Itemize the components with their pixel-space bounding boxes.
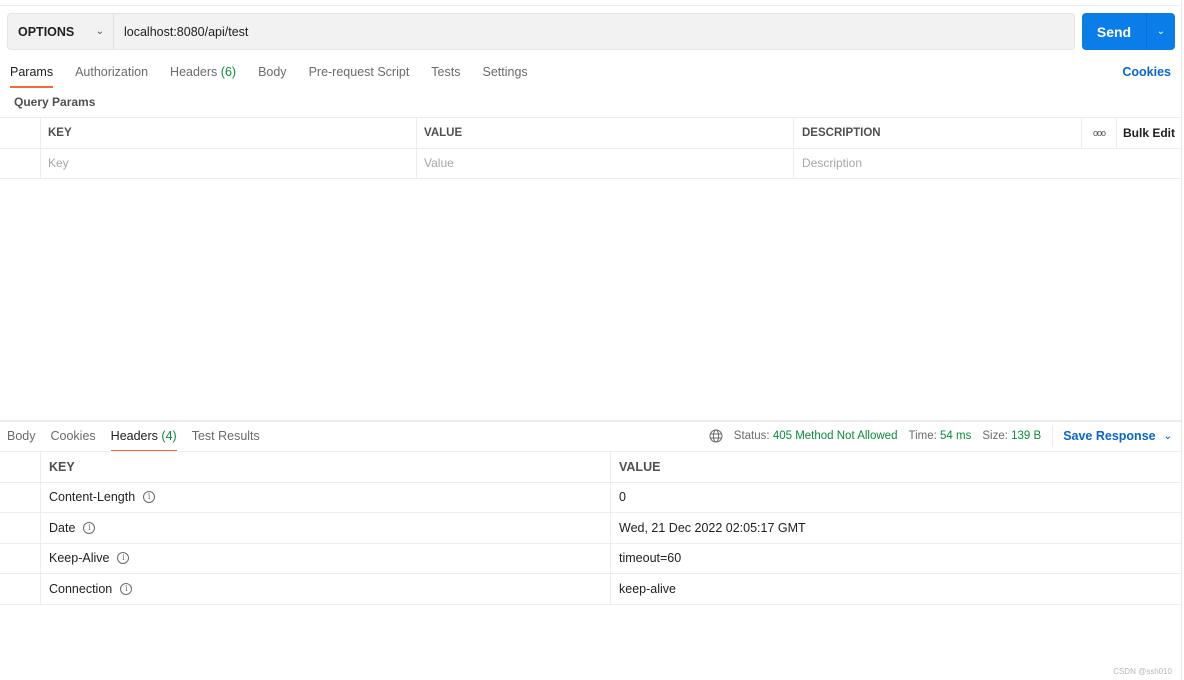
query-params-table: KEY VALUE DESCRIPTION ooo Bulk Edit Key … bbox=[0, 117, 1181, 179]
headers-count: (6) bbox=[220, 65, 237, 79]
header-key: Date bbox=[49, 520, 76, 535]
save-response-button[interactable]: Save Response ⌄ bbox=[1063, 429, 1172, 443]
row-spacer bbox=[0, 452, 41, 482]
more-options-icon[interactable]: ooo bbox=[1082, 118, 1117, 148]
response-tabs: Body Cookies Headers (4) Test Results bbox=[7, 426, 275, 452]
send-options-button[interactable]: ⌄ bbox=[1147, 13, 1175, 50]
method-label: OPTIONS bbox=[18, 24, 75, 39]
bulk-edit-button[interactable]: Bulk Edit bbox=[1117, 118, 1181, 148]
table-row: Content-Length i 0 bbox=[0, 482, 1181, 513]
chevron-down-icon: ⌄ bbox=[1156, 26, 1166, 37]
size-label: Size: bbox=[982, 430, 1008, 442]
header-value-cell: keep-alive bbox=[619, 581, 676, 596]
table-row: Keep-Alive i timeout=60 bbox=[0, 543, 1181, 574]
info-icon[interactable]: i bbox=[117, 552, 130, 565]
top-divider bbox=[0, 5, 1180, 6]
column-header-value: VALUE bbox=[417, 118, 794, 148]
header-key-cell: Date i bbox=[41, 513, 611, 543]
header-key: Content-Length bbox=[49, 490, 136, 505]
size-value: 139 B bbox=[1011, 430, 1042, 442]
chevron-down-icon: ⌄ bbox=[95, 26, 104, 37]
response-tab-test-results[interactable]: Test Results bbox=[192, 426, 260, 452]
tab-settings[interactable]: Settings bbox=[482, 62, 527, 88]
column-header-key: KEY bbox=[41, 118, 417, 148]
cookies-link[interactable]: Cookies bbox=[1122, 65, 1171, 79]
send-button-group: Send ⌄ bbox=[1082, 13, 1175, 50]
key-input[interactable]: Key bbox=[41, 148, 417, 178]
header-key-cell: Connection i bbox=[41, 574, 611, 604]
row-spacer bbox=[0, 574, 41, 604]
right-edge-divider bbox=[1181, 0, 1182, 680]
tab-authorization[interactable]: Authorization bbox=[75, 62, 148, 88]
column-header-description: DESCRIPTION bbox=[794, 118, 1082, 148]
row-checkbox-cell bbox=[0, 148, 41, 178]
row-spacer bbox=[0, 513, 41, 543]
send-button[interactable]: Send bbox=[1082, 13, 1147, 50]
header-key-cell: Keep-Alive i bbox=[41, 543, 611, 573]
tab-body[interactable]: Body bbox=[258, 62, 287, 88]
chevron-down-icon: ⌄ bbox=[1163, 430, 1172, 442]
time-value: 54 ms bbox=[940, 430, 972, 442]
tab-label: Tests bbox=[431, 65, 461, 79]
headers-count: (4) bbox=[161, 429, 177, 443]
query-params-title: Query Params bbox=[14, 95, 96, 109]
header-key: Connection bbox=[49, 581, 113, 596]
description-input[interactable]: Description bbox=[794, 149, 1181, 179]
table-row: Date i Wed, 21 Dec 2022 02:05:17 GMT bbox=[0, 513, 1181, 544]
column-header-key: KEY bbox=[41, 452, 611, 482]
tab-label: Settings bbox=[482, 65, 528, 79]
status-label: Status: bbox=[733, 430, 770, 442]
info-icon[interactable]: i bbox=[120, 582, 133, 595]
url-bar: OPTIONS ⌄ localhost:8080/api/test Send ⌄ bbox=[7, 13, 1175, 51]
table-header-row: KEY VALUE bbox=[0, 452, 1181, 483]
method-select[interactable]: OPTIONS ⌄ bbox=[7, 13, 114, 50]
row-spacer bbox=[0, 482, 41, 512]
tab-label: Authorization bbox=[75, 65, 149, 79]
tab-params[interactable]: Params bbox=[10, 62, 54, 88]
size-info[interactable]: Size: 139 B bbox=[982, 430, 1041, 442]
tab-label: Test Results bbox=[191, 429, 260, 443]
header-value-cell: Wed, 21 Dec 2022 02:05:17 GMT bbox=[619, 520, 806, 535]
time-info[interactable]: Time: 54 ms bbox=[908, 430, 971, 442]
response-headers-table: KEY VALUE Content-Length i 0 Date i Wed, 2… bbox=[0, 451, 1181, 605]
response-tab-cookies[interactable]: Cookies bbox=[51, 426, 96, 452]
tab-label: Body bbox=[7, 429, 36, 443]
time-label: Time: bbox=[908, 430, 937, 442]
row-checkbox-column bbox=[0, 118, 41, 148]
tab-label: Body bbox=[258, 65, 287, 79]
tab-label: Headers bbox=[170, 65, 218, 79]
row-spacer bbox=[0, 543, 41, 573]
request-tabs: Params Authorization Headers (6) Body Pr… bbox=[10, 62, 550, 88]
globe-icon[interactable] bbox=[709, 429, 723, 443]
header-value-cell: 0 bbox=[619, 490, 626, 505]
url-input[interactable]: localhost:8080/api/test bbox=[114, 13, 1075, 50]
tab-tests[interactable]: Tests bbox=[431, 62, 460, 88]
header-key: Keep-Alive bbox=[49, 551, 110, 566]
status-separator bbox=[1052, 425, 1054, 447]
value-input[interactable]: Value bbox=[417, 148, 794, 178]
tab-pre-request-script[interactable]: Pre-request Script bbox=[309, 62, 410, 88]
table-header-row: KEY VALUE DESCRIPTION ooo Bulk Edit bbox=[0, 118, 1181, 149]
tab-label: Params bbox=[10, 65, 54, 79]
tab-label: Pre-request Script bbox=[308, 65, 410, 79]
response-tab-body[interactable]: Body bbox=[7, 426, 36, 452]
info-icon[interactable]: i bbox=[83, 521, 96, 534]
tab-label: Headers bbox=[110, 429, 158, 443]
pane-resize-handle[interactable] bbox=[0, 420, 1181, 422]
tab-headers[interactable]: Headers (6) bbox=[170, 62, 236, 88]
watermark-text: CSDN @ssh010 bbox=[1113, 667, 1172, 676]
table-row: Connection i keep-alive bbox=[0, 574, 1181, 605]
status-info[interactable]: Status: 405 Method Not Allowed bbox=[734, 430, 898, 442]
response-status-bar: Status: 405 Method Not Allowed Time: 54 … bbox=[709, 425, 1172, 447]
status-value: 405 Method Not Allowed bbox=[772, 430, 898, 442]
column-header-value: VALUE bbox=[619, 459, 661, 474]
header-value-cell: timeout=60 bbox=[619, 551, 682, 566]
tab-label: Cookies bbox=[50, 429, 96, 443]
table-row: Key Value Description bbox=[0, 148, 1181, 179]
header-key-cell: Content-Length i bbox=[41, 482, 611, 512]
url-value: localhost:8080/api/test bbox=[124, 24, 249, 39]
save-response-label: Save Response bbox=[1063, 429, 1156, 443]
info-icon[interactable]: i bbox=[143, 491, 156, 504]
response-tab-headers[interactable]: Headers (4) bbox=[110, 426, 177, 452]
